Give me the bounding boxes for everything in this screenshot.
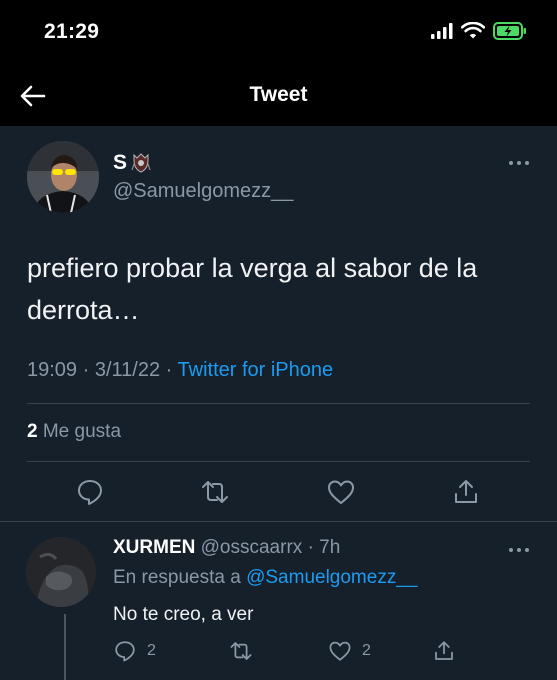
share-icon: [435, 641, 453, 660]
reply-share-button[interactable]: [432, 638, 456, 664]
retweet-icon: [230, 642, 252, 660]
battery-icon: [493, 22, 526, 40]
likes-label: Me gusta: [42, 421, 122, 442]
reply-icon: [115, 641, 135, 662]
thread-line: [64, 614, 66, 680]
reply-like-count: 2: [362, 642, 371, 659]
reply-reply-count: 2: [147, 642, 156, 659]
in-reply-to-handle[interactable]: @Samuelgomezz__: [246, 567, 417, 588]
in-reply-to: En respuesta a @Samuelgomezz__: [113, 567, 417, 589]
divider: [27, 403, 530, 404]
author-name-text: S: [113, 151, 128, 174]
wifi-icon: [461, 22, 485, 39]
reply-more-options-button[interactable]: [508, 542, 530, 552]
reply-retweet-button[interactable]: [228, 638, 254, 664]
likes-number: 2: [27, 421, 38, 442]
divider: [0, 521, 557, 522]
in-reply-to-label: En respuesta a: [113, 567, 241, 588]
status-bar: 21:29: [0, 0, 557, 64]
page-title: Tweet: [249, 83, 308, 106]
tweet-text: prefiero probar la verga al sabor de la …: [27, 253, 478, 325]
more-options-button[interactable]: [508, 155, 530, 165]
reply-separator: ·: [307, 537, 320, 558]
reply-icon: [78, 480, 102, 505]
author-avatar[interactable]: [27, 141, 99, 213]
retweet-button[interactable]: [200, 477, 230, 507]
reply-like-button[interactable]: 2: [328, 638, 371, 664]
divider: [27, 461, 530, 462]
like-icon: [328, 480, 354, 504]
share-icon: [455, 480, 477, 503]
meta-separator: ·: [165, 359, 178, 381]
reply-age[interactable]: 7h: [319, 537, 340, 558]
meta-separator: ·: [82, 359, 95, 381]
like-icon: [329, 641, 351, 661]
status-time: 21:29: [44, 20, 100, 43]
crest-icon: [131, 153, 151, 173]
share-button[interactable]: [451, 477, 481, 507]
reply-header: XURMEN @osscaarrx · 7h: [113, 537, 340, 559]
tweet-time[interactable]: 19:09: [27, 359, 77, 381]
signal-icon: [431, 23, 453, 39]
reply-author-avatar[interactable]: [26, 537, 96, 607]
tweet-date[interactable]: 3/11/22: [95, 359, 160, 381]
reply-button[interactable]: [75, 477, 105, 507]
reply-author-handle[interactable]: @osscaarrx: [201, 537, 303, 558]
reply-author-name[interactable]: XURMEN: [113, 537, 195, 558]
status-icons: [431, 22, 527, 40]
tweet-meta: 19:09 · 3/11/22 · Twitter for iPhone: [27, 359, 333, 382]
reply-reply-button[interactable]: 2: [113, 638, 156, 664]
retweet-icon: [202, 481, 228, 503]
likes-count[interactable]: 2 Me gusta: [27, 421, 121, 443]
author-handle[interactable]: @Samuelgomezz__: [113, 180, 293, 203]
more-icon: [509, 548, 529, 552]
author-name[interactable]: S: [113, 151, 151, 175]
reply-text: No te creo, a ver: [113, 604, 254, 625]
nav-bar: Tweet: [0, 64, 557, 126]
more-icon: [509, 161, 529, 165]
like-button[interactable]: [326, 477, 356, 507]
tweet-source[interactable]: Twitter for iPhone: [178, 359, 334, 381]
